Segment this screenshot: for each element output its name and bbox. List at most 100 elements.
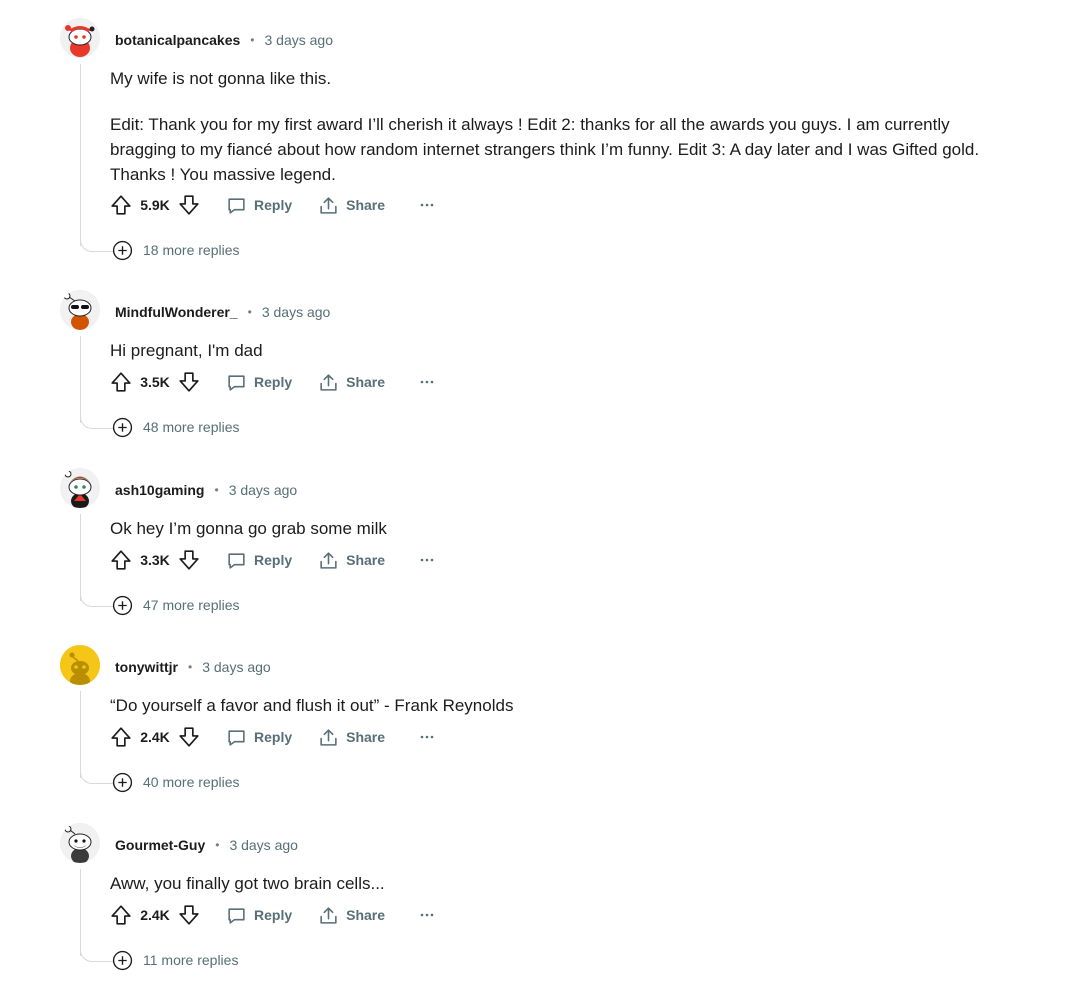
thread-line[interactable]: [80, 869, 81, 956]
upvote-icon[interactable]: [110, 371, 132, 393]
upvote-icon[interactable]: [110, 726, 132, 748]
comment-text: “Do yourself a favor and flush it out” -…: [110, 696, 514, 715]
avatar[interactable]: [60, 468, 100, 508]
snoo-sunglasses-avatar-icon: [60, 290, 100, 330]
reply-label: Reply: [254, 552, 293, 568]
comment-actions: 3.5K Reply Share: [110, 369, 435, 395]
downvote-icon[interactable]: [178, 904, 200, 926]
comment-body: Aww, you finally got two brain cells...: [110, 871, 980, 896]
vote-score: 2.4K: [140, 907, 170, 923]
more-replies-label: 40 more replies: [143, 774, 240, 790]
thread-line[interactable]: [80, 336, 81, 423]
share-button[interactable]: Share: [318, 905, 385, 926]
reply-button[interactable]: Reply: [226, 550, 292, 571]
more-options-icon[interactable]: [419, 907, 435, 923]
share-label: Share: [346, 197, 386, 213]
vote-score: 3.5K: [140, 374, 170, 390]
thread-line-corner: [80, 949, 113, 962]
more-replies-button[interactable]: 18 more replies: [112, 239, 240, 261]
timestamp[interactable]: 3 days ago: [202, 659, 271, 675]
more-replies-label: 47 more replies: [143, 597, 240, 613]
share-button[interactable]: Share: [318, 727, 385, 748]
share-icon: [320, 551, 337, 569]
avatar[interactable]: [60, 823, 100, 863]
timestamp[interactable]: 3 days ago: [229, 482, 298, 498]
separator-dot: •: [214, 483, 219, 497]
reply-label: Reply: [254, 729, 293, 745]
upvote-icon[interactable]: [110, 194, 132, 216]
reply-button[interactable]: Reply: [226, 195, 292, 216]
more-options-icon[interactable]: [419, 552, 435, 568]
plus-circle-icon: [112, 417, 133, 437]
more-replies-label: 48 more replies: [143, 419, 240, 435]
share-icon: [320, 196, 337, 214]
author-name[interactable]: botanicalpancakes: [115, 32, 240, 48]
share-label: Share: [346, 729, 386, 745]
author-name[interactable]: tonywittjr: [115, 659, 178, 675]
comment-actions: 2.4K Reply Share: [110, 902, 435, 928]
author-name[interactable]: MindfulWonderer_: [115, 304, 238, 320]
reply-button[interactable]: Reply: [226, 372, 292, 393]
more-options-icon[interactable]: [419, 374, 435, 390]
reply-label: Reply: [254, 374, 293, 390]
vote-score: 2.4K: [140, 729, 170, 745]
comment-bubble-icon: [228, 197, 245, 214]
separator-dot: •: [188, 660, 193, 674]
share-button[interactable]: Share: [318, 372, 385, 393]
author-name[interactable]: Gourmet-Guy: [115, 837, 205, 853]
reply-button[interactable]: Reply: [226, 727, 292, 748]
share-icon: [320, 728, 337, 746]
more-options-icon[interactable]: [419, 197, 435, 213]
comment-bubble-icon: [228, 552, 245, 569]
thread-line-corner: [80, 239, 113, 252]
more-replies-label: 11 more replies: [143, 952, 239, 968]
comment-body: Hi pregnant, I'm dad: [110, 338, 980, 363]
reply-button[interactable]: Reply: [226, 905, 292, 926]
snoo-bearded-avatar-icon: [60, 823, 100, 863]
comment-bubble-icon: [228, 907, 245, 924]
share-button[interactable]: Share: [318, 195, 385, 216]
comment-bubble-icon: [228, 729, 245, 746]
share-icon: [320, 906, 337, 924]
comment-text: Aww, you finally got two brain cells...: [110, 874, 385, 893]
more-replies-button[interactable]: 47 more replies: [112, 594, 240, 616]
comment-body: My wife is not gonna like this. Edit: Th…: [110, 66, 980, 187]
avatar[interactable]: [60, 645, 100, 685]
thread-line[interactable]: [80, 64, 81, 246]
plus-circle-icon: [112, 772, 133, 792]
thread-line[interactable]: [80, 691, 81, 778]
upvote-icon[interactable]: [110, 904, 132, 926]
comment-meta: ash10gaming • 3 days ago: [115, 480, 297, 500]
comment-body: “Do yourself a favor and flush it out” -…: [110, 693, 980, 718]
avatar[interactable]: [60, 290, 100, 330]
reply-label: Reply: [254, 907, 293, 923]
downvote-icon[interactable]: [178, 371, 200, 393]
snoo-yellow-default-avatar-icon: [60, 645, 100, 685]
comment-meta: tonywittjr • 3 days ago: [115, 657, 271, 677]
comment-bubble-icon: [228, 374, 245, 391]
comment-meta: Gourmet-Guy • 3 days ago: [115, 835, 298, 855]
plus-circle-icon: [112, 240, 133, 260]
downvote-icon[interactable]: [178, 194, 200, 216]
share-button[interactable]: Share: [318, 550, 385, 571]
comment-text: Ok hey I’m gonna go grab some milk: [110, 519, 387, 538]
share-label: Share: [346, 374, 386, 390]
avatar[interactable]: [60, 18, 100, 58]
thread-line[interactable]: [80, 514, 81, 601]
upvote-icon[interactable]: [110, 549, 132, 571]
more-replies-button[interactable]: 48 more replies: [112, 416, 240, 438]
more-replies-label: 18 more replies: [143, 242, 240, 258]
more-replies-button[interactable]: 40 more replies: [112, 771, 240, 793]
comment-text: My wife is not gonna like this.: [110, 69, 332, 88]
reply-label: Reply: [254, 197, 293, 213]
timestamp[interactable]: 3 days ago: [264, 32, 333, 48]
more-replies-button[interactable]: 11 more replies: [112, 949, 238, 971]
downvote-icon[interactable]: [178, 726, 200, 748]
timestamp[interactable]: 3 days ago: [262, 304, 331, 320]
more-options-icon[interactable]: [419, 729, 435, 745]
timestamp[interactable]: 3 days ago: [229, 837, 298, 853]
author-name[interactable]: ash10gaming: [115, 482, 204, 498]
separator-dot: •: [247, 305, 252, 319]
downvote-icon[interactable]: [178, 549, 200, 571]
comment-meta: botanicalpancakes • 3 days ago: [115, 30, 333, 50]
